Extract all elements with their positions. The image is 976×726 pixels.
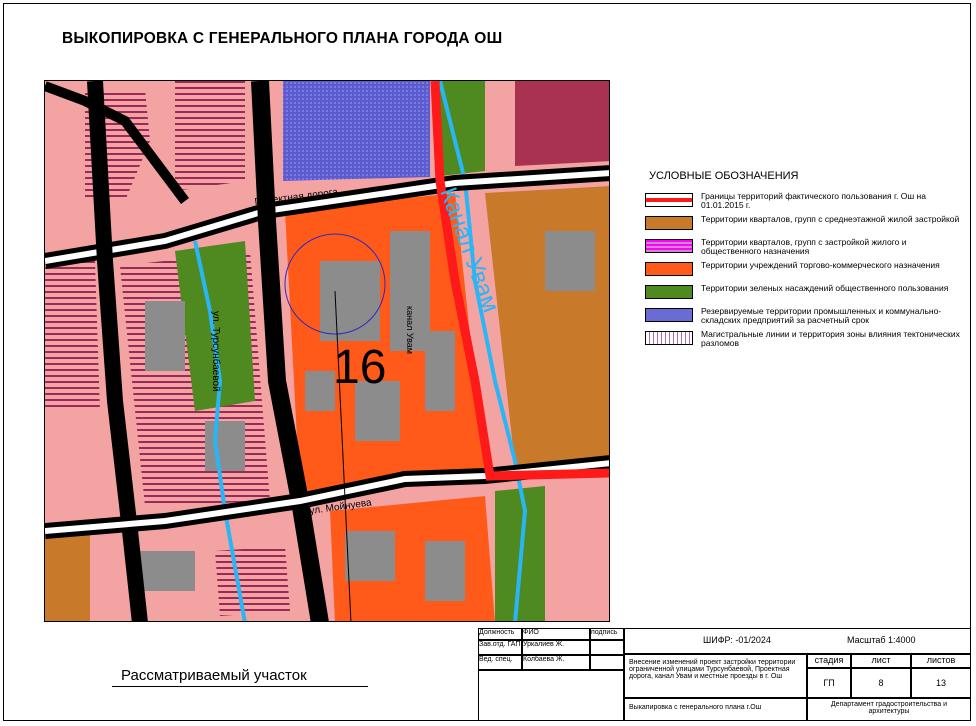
stamp-sheet-header: лист (851, 654, 911, 668)
green-zone (440, 81, 485, 176)
stamp-row2-name: Колбаева Ж. (522, 655, 590, 670)
stamp-row2-sign (590, 655, 624, 670)
legend-item: Территории кварталов, групп с застройкой… (645, 238, 965, 258)
stamp-department: Департамент градостроительства и архитек… (807, 698, 971, 721)
mixed-zone (215, 546, 290, 616)
map-extract: Проектная дорога ул. Турсунбаевой ул. Мо… (44, 80, 610, 622)
stamp-header-sign: подпись (590, 628, 624, 640)
page-title: ВЫКОПИРОВКА С ГЕНЕРАЛЬНОГО ПЛАНА ГОРОДА … (62, 30, 503, 47)
title-block: Должность ФИО подпись Зав.отд. ГАП Уркал… (478, 628, 971, 721)
legend-item: Территории учреждений торгово-коммерческ… (645, 261, 965, 281)
label-canal-small: канал Увам (405, 306, 415, 354)
legend-item: Территории зеленых насаждений общественн… (645, 284, 965, 304)
legend-swatch-midrise (645, 216, 693, 230)
mixed-zone (175, 81, 245, 191)
stamp-drawing-name: Выкапировка с генерального плана г.Ош (624, 698, 807, 721)
stamp-stage: ГП (807, 668, 851, 698)
stamp-sheets: 13 (911, 668, 971, 698)
stamp-description: Внесение изменений проект застройки терр… (624, 654, 807, 698)
site-callout-label: Рассматриваемый участок (121, 667, 307, 684)
stamp-stage-header: стадия (807, 654, 851, 668)
mixed-zone (45, 261, 100, 411)
stamp-row1-name: Уркалиев Ж. (522, 640, 590, 655)
label-tursunbaeva: ул. Турсунбаевой (210, 311, 222, 392)
stamp-code-row: ШИФР: -01/2024 Масштаб 1:4000 (624, 628, 971, 654)
stamp-header-name: ФИО (522, 628, 590, 640)
legend-swatch-tectonic (645, 331, 693, 345)
legend-swatch-green (645, 285, 693, 299)
legend-swatch-commercial (645, 262, 693, 276)
legend-item: Границы территорий фактического пользова… (645, 192, 965, 212)
legend-title: УСЛОВНЫЕ ОБОЗНАЧЕНИЯ (649, 170, 799, 182)
stamp-row1-sign (590, 640, 624, 655)
mixed-zone (515, 81, 609, 166)
industrial-zone (283, 81, 430, 181)
midrise-zone (45, 526, 90, 621)
legend-item: Территории кварталов, групп с среднеэтаж… (645, 215, 965, 235)
legend-item: Магистральные линии и территория зоны вл… (645, 330, 965, 350)
stamp-code: ШИФР: -01/2024 (703, 635, 771, 645)
stamp-row2-position: Вед. спец. (478, 655, 522, 670)
legend: УСЛОВНЫЕ ОБОЗНАЧЕНИЯ Границы территорий … (645, 170, 965, 353)
callout-underline (112, 686, 368, 687)
stamp-scale: Масштаб 1:4000 (847, 635, 916, 645)
stamp-header-position: Должность (478, 628, 522, 640)
legend-item: Резервируемые территории промышленных и … (645, 307, 965, 327)
legend-swatch-mixed (645, 239, 693, 253)
legend-swatch-industrial (645, 308, 693, 322)
legend-swatch-border (645, 193, 693, 207)
zone-number: 16 (333, 341, 386, 394)
stamp-empty-block (478, 670, 624, 721)
stamp-sheet: 8 (851, 668, 911, 698)
stamp-sheets-header: листов (911, 654, 971, 668)
stamp-row1-position: Зав.отд. ГАП (478, 640, 522, 655)
